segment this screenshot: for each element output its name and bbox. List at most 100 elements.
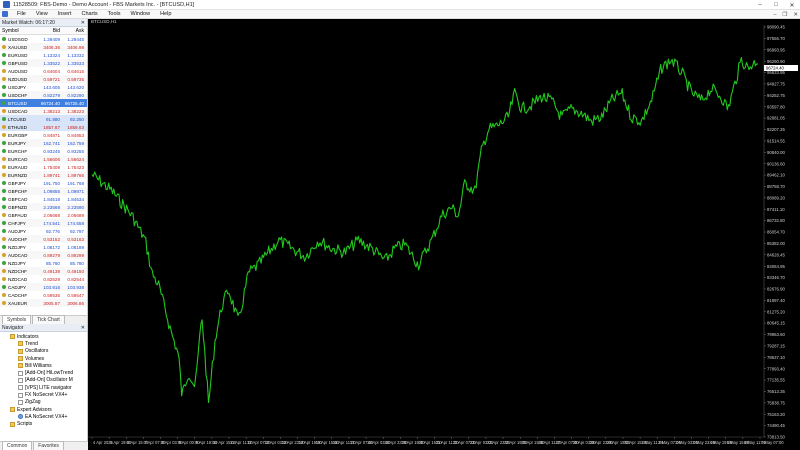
symbol-cell: AUDCHF: [0, 237, 36, 242]
market-watch-row[interactable]: EURJPY 162.741 162.759: [0, 139, 87, 147]
navigator-item[interactable]: Scripts: [0, 421, 87, 428]
market-watch-row[interactable]: GBPNZD 2.23568 2.23590: [0, 203, 87, 211]
market-watch-row[interactable]: CADCHF 0.59535 0.59547: [0, 291, 87, 299]
ask-cell: 174.558: [67, 220, 84, 226]
column-ask[interactable]: Ask: [62, 28, 86, 34]
chart-title: BTCUSD,H1: [91, 19, 117, 24]
market-watch-row[interactable]: XAUUSD 3406.36 3406.98: [0, 43, 87, 51]
maximize-icon[interactable]: □: [768, 0, 784, 10]
menu-insert[interactable]: Insert: [53, 11, 77, 17]
ask-cell: 92.797: [69, 228, 84, 234]
ask-cell: 0.49150: [67, 268, 84, 274]
symbol-name: CHFJPY: [8, 220, 26, 226]
tab-common[interactable]: Common: [2, 441, 33, 450]
market-watch-row[interactable]: GBPCAD 1.84518 1.84534: [0, 195, 87, 203]
symbol-name: ETHUSD: [8, 124, 27, 130]
navigator-item[interactable]: Oscillators: [0, 348, 87, 355]
menu-view[interactable]: View: [31, 11, 53, 17]
market-watch-row[interactable]: NZDJPY 85.760 85.780: [0, 259, 87, 267]
market-watch-row[interactable]: BTCUSD 96724.40 96725.40: [0, 99, 87, 107]
menu-charts[interactable]: Charts: [76, 11, 102, 17]
market-watch-row[interactable]: USDJPY 143.605 143.620: [0, 83, 87, 91]
tab-symbols[interactable]: Symbols: [2, 315, 32, 324]
chart-window[interactable]: BTCUSD,H1 98090.45 97556.70 96993.95 96290.…: [88, 19, 800, 450]
market-watch-row[interactable]: NZDJPY 1.08172 1.08189: [0, 243, 87, 251]
price-chart[interactable]: 98090.4597556.7096993.9596290.9095633.95…: [88, 25, 800, 450]
symbol-name: EURCAD: [8, 156, 28, 162]
market-watch-row[interactable]: GBPJPY 191.750 191.768: [0, 179, 87, 187]
navigator-item[interactable]: Trend: [0, 340, 87, 347]
price-label: 79963.60: [767, 332, 786, 337]
market-watch-row[interactable]: NZDCAD 0.82529 0.82544: [0, 275, 87, 283]
symbol-cell: XAUUSD: [0, 45, 36, 50]
navigator-item[interactable]: Volumes: [0, 355, 87, 362]
column-bid[interactable]: Bid: [36, 28, 62, 34]
menu-window[interactable]: Window: [126, 11, 156, 17]
symbol-name: XAUEUR: [8, 300, 28, 306]
market-watch-row[interactable]: XAUEUR 3005.87 3006.86: [0, 299, 87, 307]
market-watch-row[interactable]: CHFJPY 174.541 174.558: [0, 219, 87, 227]
market-watch-row[interactable]: EURNZD 1.89741 1.89766: [0, 171, 87, 179]
close-icon[interactable]: ✕: [81, 20, 87, 26]
market-watch-row[interactable]: USDSGD 1.29409 1.29445: [0, 35, 87, 43]
close-icon[interactable]: ✕: [784, 0, 800, 10]
navigator-item[interactable]: ZigZag: [0, 399, 87, 406]
minimize-icon[interactable]: –: [752, 0, 768, 10]
menu-help[interactable]: Help: [155, 11, 176, 17]
symbol-status-icon: [2, 229, 6, 233]
navigator-item[interactable]: Bill Williams: [0, 362, 87, 369]
market-watch-row[interactable]: NZDUSD 0.59721 0.59735: [0, 75, 87, 83]
navigator-item-label: Trend: [25, 340, 38, 347]
symbol-name: USDCAD: [8, 108, 28, 114]
indicator-icon: [18, 385, 23, 391]
market-watch-row[interactable]: USDCAD 1.38213 1.38223: [0, 107, 87, 115]
market-watch-row[interactable]: GBPCHF 1.09855 1.09871: [0, 187, 87, 195]
symbol-name: USDJPY: [8, 84, 27, 90]
market-watch-row[interactable]: ETHUSD 1857.67 1859.63: [0, 123, 87, 131]
symbol-cell: GBPAUD: [0, 213, 36, 218]
price-label: 79287.15: [767, 343, 786, 348]
market-watch-row[interactable]: AUDCHF 0.53152 0.53163: [0, 235, 87, 243]
child-restore-icon[interactable]: ❐: [782, 12, 787, 18]
market-watch-row[interactable]: GBPAUD 2.06668 2.06689: [0, 211, 87, 219]
symbol-name: NZDCAD: [8, 276, 28, 282]
tab-tick-chart[interactable]: Tick Chart: [32, 315, 65, 324]
market-watch-row[interactable]: GBPUSD 1.33522 1.33533: [0, 59, 87, 67]
market-watch-row[interactable]: EURCAD 1.56606 1.56624: [0, 155, 87, 163]
indicator-icon: [18, 392, 23, 398]
market-watch-row[interactable]: AUDJPY 92.776 92.797: [0, 227, 87, 235]
navigator-item[interactable]: [Add-On] Oscillator M: [0, 377, 87, 384]
market-watch-row[interactable]: AUDUSD 0.64604 0.64615: [0, 67, 87, 75]
market-watch-row[interactable]: EURAUD 1.75409 1.75423: [0, 163, 87, 171]
ask-cell: 0.64615: [67, 68, 84, 74]
market-watch-row[interactable]: USDCHF 0.82279 0.82290: [0, 91, 87, 99]
child-close-icon[interactable]: ✕: [793, 12, 798, 18]
market-watch-row[interactable]: EURGBP 0.84871 0.84853: [0, 131, 87, 139]
navigator-item[interactable]: [Add-On] HiLowTrend: [0, 369, 87, 376]
ask-cell: 92.250: [69, 116, 84, 122]
market-watch-row[interactable]: CADJPY 103.916 103.938: [0, 283, 87, 291]
menu-file[interactable]: File: [12, 11, 31, 17]
symbol-status-icon: [2, 189, 6, 193]
market-watch-row[interactable]: EURCHF 0.93245 0.93255: [0, 147, 87, 155]
navigator-item[interactable]: Expert Advisors: [0, 406, 87, 413]
symbol-name: EURAUD: [8, 164, 28, 170]
symbol-name: EURNZD: [8, 172, 28, 178]
close-icon[interactable]: ✕: [81, 325, 87, 331]
menu-tools[interactable]: Tools: [103, 11, 126, 17]
ask-cell: 85.780: [69, 260, 84, 266]
tab-favorites[interactable]: Favorites: [33, 441, 64, 450]
column-symbol[interactable]: Symbol: [0, 28, 36, 34]
price-label: 77135.55: [767, 378, 786, 383]
navigator-item[interactable]: FX NoSecret VX4+: [0, 391, 87, 398]
market-watch-row[interactable]: AUDCAD 0.89279 0.89299: [0, 251, 87, 259]
navigator-item[interactable]: [VPS] LITE navigator: [0, 384, 87, 391]
market-watch-row[interactable]: NZDCHF 0.49138 0.49150: [0, 267, 87, 275]
child-minimize-icon[interactable]: –: [773, 12, 776, 18]
market-watch-row[interactable]: LTCUSD 91.880 92.250: [0, 115, 87, 123]
symbol-name: USDSGD: [8, 36, 28, 42]
navigator-item[interactable]: Indicators: [0, 333, 87, 340]
navigator-item[interactable]: EA NoSecret VX4+: [0, 413, 87, 420]
bid-cell: 1.08172: [43, 244, 60, 250]
market-watch-row[interactable]: EURUSD 1.13324 1.13332: [0, 51, 87, 59]
